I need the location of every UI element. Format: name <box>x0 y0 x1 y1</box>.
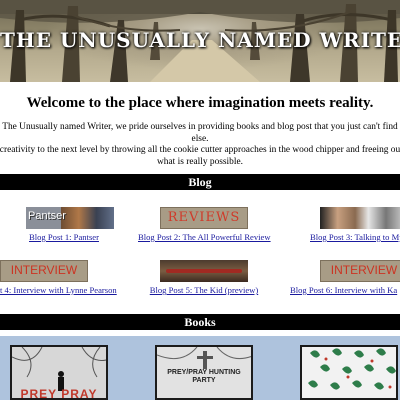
blog-post-6-link[interactable]: Blog Post 6: Interview with Ka <box>290 285 400 295</box>
book-cover-3[interactable] <box>300 345 398 400</box>
book-cover-1[interactable]: PREY PRAY <box>10 345 108 400</box>
blog-post-1-link[interactable]: Blog Post 1: Pantser <box>0 232 130 242</box>
kid-thumbnail-icon[interactable] <box>160 260 248 282</box>
blog-post-3[interactable]: Blog Post 3: Talking to My <box>305 207 400 242</box>
thumb-label: Pantser <box>28 210 66 222</box>
book-cover-2[interactable]: PREY/PRAY HUNTING PARTY <box>155 345 253 400</box>
intro-line: what is really possible. <box>157 156 243 167</box>
welcome-heading: Welcome to the place where imagination m… <box>26 95 374 111</box>
intro-line: creativity to the next level by throwing… <box>0 145 400 155</box>
blog-post-4-link[interactable]: t 4: Interview with Lynne Pearson <box>0 285 125 295</box>
blog-post-4[interactable]: INTERVIEW t 4: Interview with Lynne Pear… <box>0 260 125 295</box>
blog-post-2[interactable]: REVIEWS Blog Post 2: The All Powerful Re… <box>138 207 271 242</box>
book-title: PREY/PRAY HUNTING PARTY <box>167 369 241 384</box>
interview-thumbnail-icon[interactable]: INTERVIEW <box>0 260 88 282</box>
thumb-label: INTERVIEW <box>330 263 398 277</box>
pantser-thumbnail-icon[interactable]: Pantser <box>26 207 114 229</box>
interview-thumbnail-icon[interactable]: INTERVIEW <box>320 260 400 282</box>
header-banner: THE UNUSUALLY NAMED WRITER <box>0 0 400 82</box>
blog-post-5-link[interactable]: Blog Post 5: The Kid (preview) <box>138 285 270 295</box>
intro-line: The Unusually named Writer, we pride our… <box>2 122 398 132</box>
reviews-thumbnail-icon[interactable]: REVIEWS <box>160 207 248 229</box>
blog-post-6[interactable]: INTERVIEW Blog Post 6: Interview with Ka <box>290 260 400 295</box>
books-section-header: Books <box>0 314 400 330</box>
photo-thumbnail-icon[interactable] <box>320 207 400 229</box>
thumb-label: INTERVIEW <box>10 263 78 277</box>
intro-text: The Unusually named Writer, we pride our… <box>0 122 400 168</box>
intro-line: else. <box>191 133 209 144</box>
book-title: PREY PRAY <box>20 387 98 400</box>
blog-post-3-link[interactable]: Blog Post 3: Talking to My <box>305 232 400 242</box>
thumb-label: REVIEWS <box>167 210 241 225</box>
blog-post-1[interactable]: Pantser Blog Post 1: Pantser <box>0 207 130 242</box>
blog-section-header: Blog <box>0 174 400 190</box>
blog-post-5[interactable]: Blog Post 5: The Kid (preview) <box>138 260 270 295</box>
site-title: THE UNUSUALLY NAMED WRITER <box>0 28 400 52</box>
blog-post-2-link[interactable]: Blog Post 2: The All Powerful Review <box>138 232 271 242</box>
book-cover-leaves-icon <box>308 348 396 390</box>
